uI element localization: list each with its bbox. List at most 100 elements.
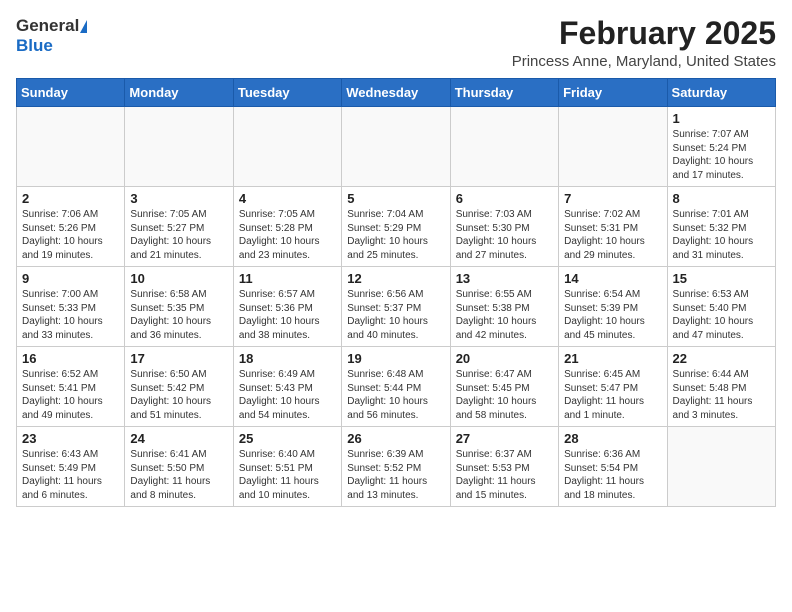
- day-info: Sunrise: 6:39 AM Sunset: 5:52 PM Dayligh…: [347, 448, 444, 502]
- calendar-cell: 25Sunrise: 6:40 AM Sunset: 5:51 PM Dayli…: [233, 427, 341, 507]
- day-number: 14: [564, 271, 661, 286]
- calendar-cell: 10Sunrise: 6:58 AM Sunset: 5:35 PM Dayli…: [125, 267, 233, 347]
- calendar-cell: 13 Sunrise: 6:55 AM Sunset: 5:38 PM Dayli…: [450, 267, 558, 347]
- calendar-cell: 5 Sunrise: 7:04 AM Sunset: 5:29 PM Daylig…: [342, 187, 450, 267]
- day-number: 13: [456, 271, 553, 286]
- day-info: Sunrise: 6:45 AM Sunset: 5:47 PM Dayligh…: [564, 368, 661, 422]
- day-of-week-sunday: Sunday: [17, 79, 125, 107]
- calendar-week-row: 1Sunrise: 7:07 AM Sunset: 5:24 PM Daylig…: [17, 107, 776, 187]
- day-number: 5: [347, 191, 444, 206]
- calendar-cell: [342, 107, 450, 187]
- day-info: Sunrise: 6:57 AM Sunset: 5:36 PM Dayligh…: [239, 288, 336, 342]
- day-info: Sunrise: 7:01 AM Sunset: 5:32 PM Dayligh…: [673, 208, 770, 262]
- calendar-cell: [667, 427, 775, 507]
- calendar-header-row: SundayMondayTuesdayWednesdayThursdayFrid…: [17, 79, 776, 107]
- calendar-week-row: 2 Sunrise: 7:06 AM Sunset: 5:26 PM Daylig…: [17, 187, 776, 267]
- calendar-cell: 20 Sunrise: 6:47 AM Sunset: 5:45 PM Dayli…: [450, 347, 558, 427]
- logo-blue-text: Blue: [16, 36, 53, 55]
- day-of-week-wednesday: Wednesday: [342, 79, 450, 107]
- day-number: 2: [22, 191, 119, 206]
- calendar-cell: 11 Sunrise: 6:57 AM Sunset: 5:36 PM Dayli…: [233, 267, 341, 347]
- day-info: Sunrise: 6:43 AM Sunset: 5:49 PM Dayligh…: [22, 448, 119, 502]
- day-info: Sunrise: 7:00 AM Sunset: 5:33 PM Dayligh…: [22, 288, 119, 342]
- day-info: Sunrise: 6:53 AM Sunset: 5:40 PM Dayligh…: [673, 288, 770, 342]
- day-info: Sunrise: 6:48 AM Sunset: 5:44 PM Dayligh…: [347, 368, 444, 422]
- title-block: February 2025 Princess Anne, Maryland, U…: [512, 16, 776, 70]
- day-number: 15: [673, 271, 770, 286]
- day-info: Sunrise: 6:50 AM Sunset: 5:42 PM Dayligh…: [130, 368, 227, 422]
- calendar-cell: 1Sunrise: 7:07 AM Sunset: 5:24 PM Daylig…: [667, 107, 775, 187]
- day-of-week-tuesday: Tuesday: [233, 79, 341, 107]
- calendar-week-row: 9 Sunrise: 7:00 AM Sunset: 5:33 PM Daylig…: [17, 267, 776, 347]
- calendar-cell: 12 Sunrise: 6:56 AM Sunset: 5:37 PM Dayli…: [342, 267, 450, 347]
- day-number: 28: [564, 431, 661, 446]
- day-number: 22: [673, 351, 770, 366]
- day-number: 7: [564, 191, 661, 206]
- calendar-cell: 19 Sunrise: 6:48 AM Sunset: 5:44 PM Dayli…: [342, 347, 450, 427]
- day-number: 10: [130, 271, 227, 286]
- calendar-cell: 22 Sunrise: 6:44 AM Sunset: 5:48 PM Dayli…: [667, 347, 775, 427]
- day-of-week-thursday: Thursday: [450, 79, 558, 107]
- calendar-cell: 18 Sunrise: 6:49 AM Sunset: 5:43 PM Dayli…: [233, 347, 341, 427]
- day-number: 4: [239, 191, 336, 206]
- day-info: Sunrise: 6:54 AM Sunset: 5:39 PM Dayligh…: [564, 288, 661, 342]
- calendar-cell: 24 Sunrise: 6:41 AM Sunset: 5:50 PM Dayli…: [125, 427, 233, 507]
- day-of-week-saturday: Saturday: [667, 79, 775, 107]
- calendar-cell: [125, 107, 233, 187]
- page-header: General Blue February 2025 Princess Anne…: [16, 16, 776, 70]
- calendar-cell: 4 Sunrise: 7:05 AM Sunset: 5:28 PM Daylig…: [233, 187, 341, 267]
- day-info: Sunrise: 7:05 AM Sunset: 5:27 PM Dayligh…: [130, 208, 227, 262]
- calendar-week-row: 23 Sunrise: 6:43 AM Sunset: 5:49 PM Dayli…: [17, 427, 776, 507]
- day-info: Sunrise: 7:04 AM Sunset: 5:29 PM Dayligh…: [347, 208, 444, 262]
- day-info: Sunrise: 7:02 AM Sunset: 5:31 PM Dayligh…: [564, 208, 661, 262]
- day-number: 20: [456, 351, 553, 366]
- day-number: 19: [347, 351, 444, 366]
- calendar-cell: [559, 107, 667, 187]
- day-info: Sunrise: 7:03 AM Sunset: 5:30 PM Dayligh…: [456, 208, 553, 262]
- calendar-cell: 26 Sunrise: 6:39 AM Sunset: 5:52 PM Dayli…: [342, 427, 450, 507]
- calendar-cell: 23 Sunrise: 6:43 AM Sunset: 5:49 PM Dayli…: [17, 427, 125, 507]
- day-number: 3: [130, 191, 227, 206]
- calendar-cell: [450, 107, 558, 187]
- calendar-cell: 14 Sunrise: 6:54 AM Sunset: 5:39 PM Dayli…: [559, 267, 667, 347]
- calendar-cell: 3 Sunrise: 7:05 AM Sunset: 5:27 PM Daylig…: [125, 187, 233, 267]
- day-number: 26: [347, 431, 444, 446]
- day-info: Sunrise: 6:44 AM Sunset: 5:48 PM Dayligh…: [673, 368, 770, 422]
- logo-triangle-icon: [80, 20, 87, 33]
- calendar-cell: 17 Sunrise: 6:50 AM Sunset: 5:42 PM Dayli…: [125, 347, 233, 427]
- day-info: Sunrise: 6:41 AM Sunset: 5:50 PM Dayligh…: [130, 448, 227, 502]
- day-info: Sunrise: 6:36 AM Sunset: 5:54 PM Dayligh…: [564, 448, 661, 502]
- day-info: Sunrise: 6:47 AM Sunset: 5:45 PM Dayligh…: [456, 368, 553, 422]
- day-info: Sunrise: 7:07 AM Sunset: 5:24 PM Dayligh…: [673, 128, 770, 182]
- day-info: Sunrise: 7:05 AM Sunset: 5:28 PM Dayligh…: [239, 208, 336, 262]
- day-number: 18: [239, 351, 336, 366]
- day-info: Sunrise: 7:06 AM Sunset: 5:26 PM Dayligh…: [22, 208, 119, 262]
- day-number: 6: [456, 191, 553, 206]
- calendar-cell: 21 Sunrise: 6:45 AM Sunset: 5:47 PM Dayli…: [559, 347, 667, 427]
- calendar-cell: 2 Sunrise: 7:06 AM Sunset: 5:26 PM Daylig…: [17, 187, 125, 267]
- day-number: 27: [456, 431, 553, 446]
- calendar-cell: [17, 107, 125, 187]
- day-of-week-friday: Friday: [559, 79, 667, 107]
- calendar-cell: 28 Sunrise: 6:36 AM Sunset: 5:54 PM Dayli…: [559, 427, 667, 507]
- calendar-cell: 9 Sunrise: 7:00 AM Sunset: 5:33 PM Daylig…: [17, 267, 125, 347]
- location-text: Princess Anne, Maryland, United States: [512, 53, 776, 70]
- day-number: 21: [564, 351, 661, 366]
- day-number: 9: [22, 271, 119, 286]
- calendar-table: SundayMondayTuesdayWednesdayThursdayFrid…: [16, 78, 776, 507]
- day-number: 25: [239, 431, 336, 446]
- month-title: February 2025: [512, 16, 776, 51]
- day-number: 16: [22, 351, 119, 366]
- calendar-cell: 27Sunrise: 6:37 AM Sunset: 5:53 PM Dayli…: [450, 427, 558, 507]
- day-number: 12: [347, 271, 444, 286]
- day-info: Sunrise: 6:49 AM Sunset: 5:43 PM Dayligh…: [239, 368, 336, 422]
- day-number: 11: [239, 271, 336, 286]
- day-info: Sunrise: 6:56 AM Sunset: 5:37 PM Dayligh…: [347, 288, 444, 342]
- day-number: 17: [130, 351, 227, 366]
- day-info: Sunrise: 6:55 AM Sunset: 5:38 PM Dayligh…: [456, 288, 553, 342]
- day-number: 23: [22, 431, 119, 446]
- day-number: 24: [130, 431, 227, 446]
- logo-general-text: General: [16, 16, 79, 36]
- calendar-cell: [233, 107, 341, 187]
- calendar-week-row: 16Sunrise: 6:52 AM Sunset: 5:41 PM Dayli…: [17, 347, 776, 427]
